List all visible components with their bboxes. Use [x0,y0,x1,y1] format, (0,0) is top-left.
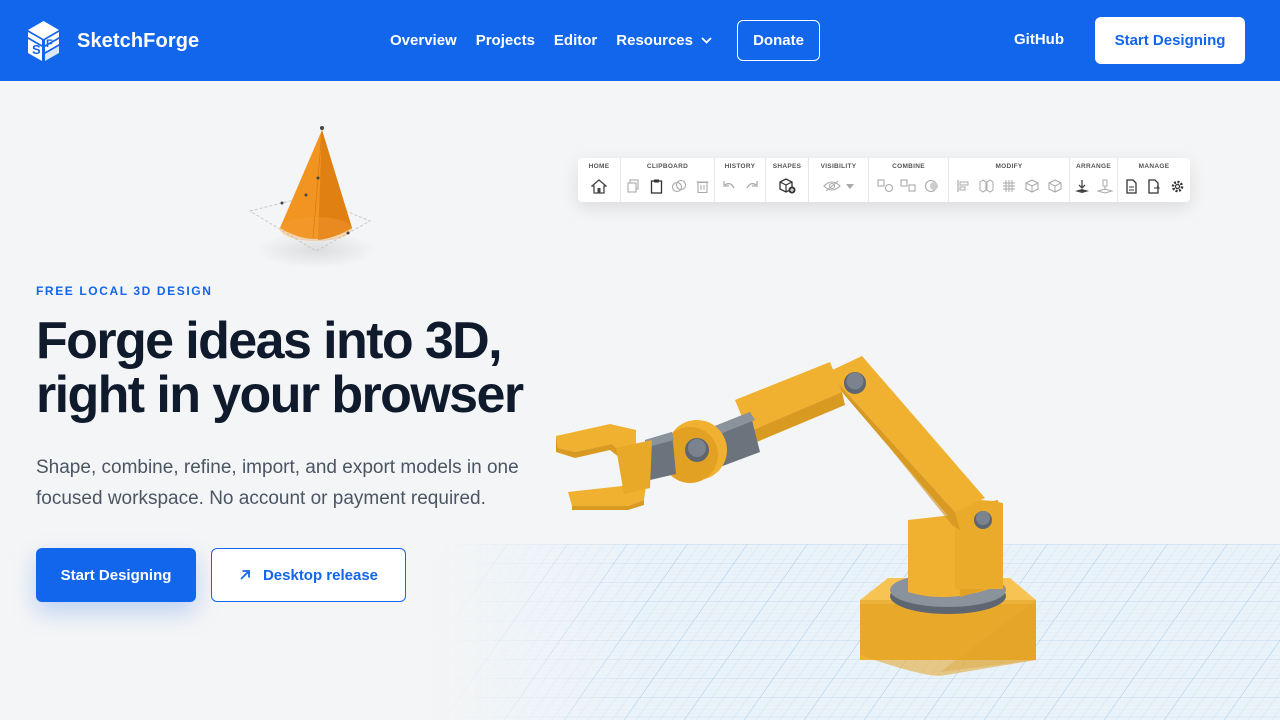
add-shape-icon[interactable] [776,176,799,196]
workplane-grid [321,543,1280,720]
toolbar-label-visibility: VISIBILITY [820,163,857,170]
toolbar-group-history: HISTORY [715,158,766,202]
nav-links: Overview Projects Editor Resources [390,0,731,81]
grid-icon[interactable] [998,176,1021,196]
toolbar-label-history: HISTORY [724,163,756,170]
eye-off-icon[interactable] [820,176,843,196]
duplicate-icon[interactable] [668,176,691,196]
align-icon[interactable] [952,176,975,196]
donate-button[interactable]: Donate [737,20,820,61]
nav-link-resources-label: Resources [616,32,693,49]
sketchforge-logo-icon: S F [28,21,59,61]
nav-link-overview[interactable]: Overview [390,32,457,49]
cone-model[interactable] [248,126,376,268]
mirror-icon[interactable] [975,176,998,196]
desktop-release-button[interactable]: Desktop release [211,548,406,602]
toolbar-group-clipboard: CLIPBOARD [621,158,715,202]
nav-link-editor[interactable]: Editor [554,32,597,49]
hero-description: Shape, combine, refine, import, and expo… [36,452,576,514]
hero-headline-line-2: right in your browser [36,366,524,424]
paste-icon[interactable] [645,176,668,196]
delete-icon[interactable] [691,176,714,196]
toolbar-label-home: HOME [588,163,610,170]
drop-to-plane-icon[interactable] [1071,176,1094,196]
brand-name: SketchForge [77,29,200,52]
home-icon[interactable] [588,176,611,196]
svg-text:S: S [32,42,41,57]
arrow-up-right-icon [240,570,250,580]
nav-link-resources[interactable]: Resources [616,32,712,49]
settings-icon[interactable] [1166,176,1189,196]
hero-description-line-1: Shape, combine, refine, import, and expo… [36,457,519,478]
desktop-release-label: Desktop release [262,566,379,584]
copy-icon[interactable] [622,176,645,196]
wireframe-icon[interactable] [1044,176,1067,196]
toolbar-group-visibility: VISIBILITY [809,158,869,202]
start-designing-nav-button[interactable]: Start Designing [1095,17,1245,64]
toolbar-label-combine: COMBINE [892,163,925,170]
lift-icon[interactable] [1094,176,1117,196]
hero-headline: Forge ideas into 3D, right in your brows… [36,314,596,422]
chevron-down-icon [701,37,712,44]
export-icon[interactable] [1143,176,1166,196]
toolbar-label-shapes: SHAPES [772,163,802,170]
toolbar-label-modify: MODIFY [995,163,1023,170]
hero-headline-line-1: Forge ideas into 3D, [36,312,503,370]
dropdown-icon[interactable] [843,176,857,196]
ungroup-icon[interactable] [897,176,920,196]
group-icon[interactable] [874,176,897,196]
github-link[interactable]: GitHub [1014,31,1064,48]
nav-link-projects[interactable]: Projects [476,32,535,49]
toolbar-label-arrange: ARRANGE [1076,163,1111,170]
toolbar-group-combine: COMBINE [869,158,949,202]
brand-logo-link[interactable]: S F SketchForge [28,21,199,61]
hero-eyebrow: FREE LOCAL 3D DESIGN [36,284,213,298]
toolbar-group-manage: MANAGE [1118,158,1190,202]
toolbar-group-modify: MODIFY [949,158,1070,202]
redo-icon[interactable] [740,176,763,196]
top-navbar: S F SketchForge Overview Projects Editor… [0,0,1280,81]
editor-toolbar: HOME CLIPBOARD HISTORY SHAPES VISIBILITY [578,158,1190,202]
svg-text:F: F [46,38,53,50]
undo-icon[interactable] [717,176,740,196]
import-icon[interactable] [1120,176,1143,196]
hero-description-line-2: focused workspace. No account or payment… [36,488,486,509]
toolbar-label-manage: MANAGE [1138,163,1170,170]
toolbar-label-clipboard: CLIPBOARD [646,163,689,170]
cube-icon[interactable] [1021,176,1044,196]
toolbar-group-shapes: SHAPES [766,158,809,202]
start-designing-button[interactable]: Start Designing [36,548,196,602]
toolbar-group-home: HOME [578,158,621,202]
subtract-icon[interactable] [920,176,943,196]
toolbar-group-arrange: ARRANGE [1070,158,1118,202]
